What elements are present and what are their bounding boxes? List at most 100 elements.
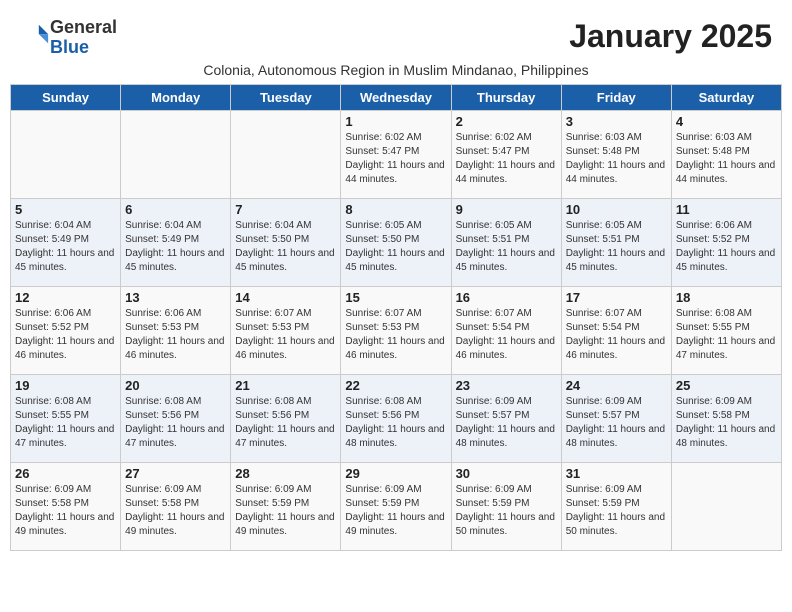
calendar-cell: 9 Sunrise: 6:05 AMSunset: 5:51 PMDaylight… [451, 198, 561, 286]
calendar-cell: 13Sunrise: 6:06 AMSunset: 5:53 PMDayligh… [121, 286, 231, 374]
calendar-cell [671, 462, 781, 550]
weekday-header-row: SundayMondayTuesdayWednesdayThursdayFrid… [11, 84, 782, 110]
calendar-cell: 19 Sunrise: 6:08 AMSunset: 5:55 PMDayligh… [11, 374, 121, 462]
subtitle: Colonia, Autonomous Region in Muslim Min… [10, 62, 782, 78]
day-info: Sunrise: 6:02 AMSunset: 5:47 PMDaylight:… [456, 131, 557, 187]
calendar-cell: 2 Sunrise: 6:02 AMSunset: 5:47 PMDaylight… [451, 110, 561, 198]
day-info: Sunrise: 6:03 AMSunset: 5:48 PMDaylight:… [566, 131, 667, 187]
day-info: Sunrise: 6:06 AMSunset: 5:52 PMDaylight:… [676, 219, 777, 275]
day-number: 29 [345, 466, 446, 481]
calendar-cell: 27 Sunrise: 6:09 AMSunset: 5:58 PMDayligh… [121, 462, 231, 550]
calendar-cell: 8 Sunrise: 6:05 AMSunset: 5:50 PMDaylight… [341, 198, 451, 286]
day-info: Sunrise: 6:06 AMSunset: 5:53 PMDaylight:… [125, 307, 226, 363]
calendar-cell: 28Sunrise: 6:09 AMSunset: 5:59 PMDayligh… [231, 462, 341, 550]
day-number: 10 [566, 202, 667, 217]
weekday-header-tuesday: Tuesday [231, 84, 341, 110]
calendar-week-3: 12Sunrise: 6:06 AMSunset: 5:52 PMDayligh… [11, 286, 782, 374]
calendar-cell: 18 Sunrise: 6:08 AMSunset: 5:55 PMDayligh… [671, 286, 781, 374]
calendar-week-1: 1Sunrise: 6:02 AMSunset: 5:47 PMDaylight… [11, 110, 782, 198]
day-info: Sunrise: 6:04 AMSunset: 5:50 PMDaylight:… [235, 219, 336, 275]
calendar-cell: 7 Sunrise: 6:04 AMSunset: 5:50 PMDaylight… [231, 198, 341, 286]
day-info: Sunrise: 6:03 AMSunset: 5:48 PMDaylight:… [676, 131, 777, 187]
day-info: Sunrise: 6:07 AMSunset: 5:53 PMDaylight:… [345, 307, 446, 363]
calendar-cell [121, 110, 231, 198]
weekday-header-monday: Monday [121, 84, 231, 110]
calendar-cell: 21 Sunrise: 6:08 AMSunset: 5:56 PMDayligh… [231, 374, 341, 462]
day-info: Sunrise: 6:07 AMSunset: 5:54 PMDaylight:… [456, 307, 557, 363]
day-number: 23 [456, 378, 557, 393]
calendar-cell: 16 Sunrise: 6:07 AMSunset: 5:54 PMDayligh… [451, 286, 561, 374]
day-number: 25 [676, 378, 777, 393]
day-info: Sunrise: 6:07 AMSunset: 5:54 PMDaylight:… [566, 307, 667, 363]
day-info: Sunrise: 6:02 AMSunset: 5:47 PMDaylight:… [345, 131, 446, 187]
day-info: Sunrise: 6:09 AMSunset: 5:57 PMDaylight:… [456, 395, 557, 451]
day-info: Sunrise: 6:09 AMSunset: 5:58 PMDaylight:… [125, 483, 226, 539]
day-info: Sunrise: 6:05 AMSunset: 5:50 PMDaylight:… [345, 219, 446, 275]
logo-icon [22, 21, 50, 49]
day-info: Sunrise: 6:09 AMSunset: 5:59 PMDaylight:… [566, 483, 667, 539]
day-number: 8 [345, 202, 446, 217]
day-number: 22 [345, 378, 446, 393]
calendar-table: SundayMondayTuesdayWednesdayThursdayFrid… [10, 84, 782, 551]
calendar-week-2: 5 Sunrise: 6:04 AMSunset: 5:49 PMDaylight… [11, 198, 782, 286]
page-header: General Blue January 2025 [10, 10, 782, 62]
day-info: Sunrise: 6:09 AMSunset: 5:57 PMDaylight:… [566, 395, 667, 451]
day-info: Sunrise: 6:08 AMSunset: 5:56 PMDaylight:… [345, 395, 446, 451]
day-number: 7 [235, 202, 336, 217]
calendar-cell: 5Sunrise: 6:04 AMSunset: 5:49 PMDaylight… [11, 198, 121, 286]
calendar-cell: 15Sunrise: 6:07 AMSunset: 5:53 PMDayligh… [341, 286, 451, 374]
day-info: Sunrise: 6:05 AMSunset: 5:51 PMDaylight:… [566, 219, 667, 275]
calendar-cell: 17Sunrise: 6:07 AMSunset: 5:54 PMDayligh… [561, 286, 671, 374]
day-number: 14 [235, 290, 336, 305]
day-number: 11 [676, 202, 777, 217]
calendar-cell: 23 Sunrise: 6:09 AMSunset: 5:57 PMDayligh… [451, 374, 561, 462]
day-info: Sunrise: 6:05 AMSunset: 5:51 PMDaylight:… [456, 219, 557, 275]
day-number: 18 [676, 290, 777, 305]
day-number: 27 [125, 466, 226, 481]
day-info: Sunrise: 6:08 AMSunset: 5:55 PMDaylight:… [15, 395, 116, 451]
calendar-cell: 29Sunrise: 6:09 AMSunset: 5:59 PMDayligh… [341, 462, 451, 550]
month-title: January 2025 [569, 18, 772, 55]
day-number: 3 [566, 114, 667, 129]
day-number: 26 [15, 466, 116, 481]
calendar-cell: 24 Sunrise: 6:09 AMSunset: 5:57 PMDayligh… [561, 374, 671, 462]
day-number: 28 [235, 466, 336, 481]
calendar-cell: 22 Sunrise: 6:08 AMSunset: 5:56 PMDayligh… [341, 374, 451, 462]
day-info: Sunrise: 6:09 AMSunset: 5:59 PMDaylight:… [456, 483, 557, 539]
calendar-week-5: 26 Sunrise: 6:09 AMSunset: 5:58 PMDayligh… [11, 462, 782, 550]
weekday-header-friday: Friday [561, 84, 671, 110]
day-info: Sunrise: 6:09 AMSunset: 5:58 PMDaylight:… [15, 483, 116, 539]
day-number: 6 [125, 202, 226, 217]
calendar-cell: 4 Sunrise: 6:03 AMSunset: 5:48 PMDaylight… [671, 110, 781, 198]
calendar-week-4: 19 Sunrise: 6:08 AMSunset: 5:55 PMDayligh… [11, 374, 782, 462]
day-info: Sunrise: 6:04 AMSunset: 5:49 PMDaylight:… [125, 219, 226, 275]
day-info: Sunrise: 6:08 AMSunset: 5:55 PMDaylight:… [676, 307, 777, 363]
calendar-cell: 20 Sunrise: 6:08 AMSunset: 5:56 PMDayligh… [121, 374, 231, 462]
day-number: 30 [456, 466, 557, 481]
calendar-cell [231, 110, 341, 198]
day-info: Sunrise: 6:07 AMSunset: 5:53 PMDaylight:… [235, 307, 336, 363]
calendar-cell: 31 Sunrise: 6:09 AMSunset: 5:59 PMDayligh… [561, 462, 671, 550]
day-number: 5 [15, 202, 116, 217]
day-number: 19 [15, 378, 116, 393]
weekday-header-sunday: Sunday [11, 84, 121, 110]
day-number: 2 [456, 114, 557, 129]
day-number: 21 [235, 378, 336, 393]
day-number: 4 [676, 114, 777, 129]
day-number: 20 [125, 378, 226, 393]
logo-blue: Blue [50, 37, 89, 57]
day-info: Sunrise: 6:08 AMSunset: 5:56 PMDaylight:… [125, 395, 226, 451]
calendar-cell: 14 Sunrise: 6:07 AMSunset: 5:53 PMDayligh… [231, 286, 341, 374]
day-number: 31 [566, 466, 667, 481]
calendar-cell: 11 Sunrise: 6:06 AMSunset: 5:52 PMDayligh… [671, 198, 781, 286]
calendar-cell: 30 Sunrise: 6:09 AMSunset: 5:59 PMDayligh… [451, 462, 561, 550]
calendar-cell: 3 Sunrise: 6:03 AMSunset: 5:48 PMDaylight… [561, 110, 671, 198]
day-info: Sunrise: 6:08 AMSunset: 5:56 PMDaylight:… [235, 395, 336, 451]
day-number: 24 [566, 378, 667, 393]
day-info: Sunrise: 6:09 AMSunset: 5:58 PMDaylight:… [676, 395, 777, 451]
day-number: 9 [456, 202, 557, 217]
day-number: 16 [456, 290, 557, 305]
weekday-header-wednesday: Wednesday [341, 84, 451, 110]
calendar-cell [11, 110, 121, 198]
weekday-header-saturday: Saturday [671, 84, 781, 110]
